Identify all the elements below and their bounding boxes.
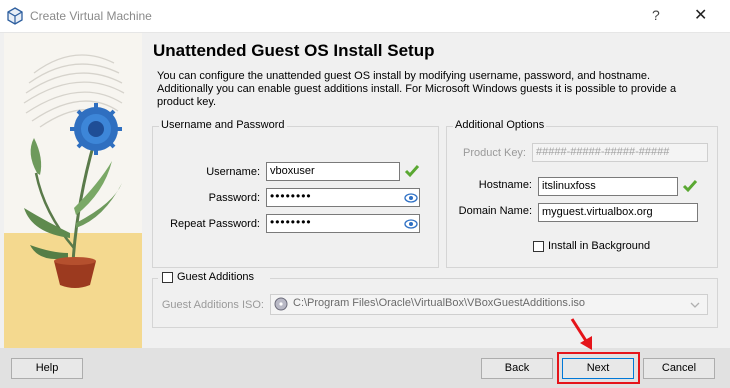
valid-check-icon: [404, 163, 420, 179]
group-title-additional-options: Additional Options: [453, 119, 547, 131]
product-key-input: #####-#####-#####-#####: [532, 143, 708, 162]
guest-additions-iso-label: Guest Additions ISO:: [161, 299, 264, 311]
highlight-box: [557, 352, 640, 384]
domain-name-input[interactable]: myguest.virtualbox.org: [538, 203, 698, 222]
page-description: You can configure the unattended guest O…: [157, 70, 677, 108]
chevron-down-icon: [690, 300, 700, 308]
help-button[interactable]: Help: [11, 358, 83, 379]
install-background-checkbox[interactable]: [533, 241, 544, 252]
product-key-label: Product Key:: [463, 147, 526, 159]
guest-additions-iso-select: C:\Program Files\Oracle\VirtualBox\VBoxG…: [270, 294, 708, 315]
window-title: Create Virtual Machine: [30, 9, 152, 23]
password-input[interactable]: ••••••••: [266, 188, 420, 207]
guest-additions-label[interactable]: Guest Additions: [177, 271, 254, 283]
disc-icon: [274, 297, 288, 311]
page-title: Unattended Guest OS Install Setup: [153, 41, 435, 60]
hostname-input[interactable]: itslinuxfoss: [538, 177, 678, 196]
show-password-icon[interactable]: [404, 217, 418, 231]
guest-additions-checkbox[interactable]: [162, 272, 173, 283]
password-label: Password:: [208, 192, 260, 204]
show-password-icon[interactable]: [404, 191, 418, 205]
install-background-label[interactable]: Install in Background: [548, 240, 650, 252]
username-input[interactable]: vboxuser: [266, 162, 400, 181]
repeat-password-label: Repeat Password:: [170, 218, 260, 230]
cancel-button[interactable]: Cancel: [643, 358, 715, 379]
arrow-annotation: [568, 316, 598, 354]
wizard-side-illustration: [4, 33, 142, 348]
close-icon[interactable]: ✕: [694, 5, 707, 25]
repeat-password-input[interactable]: ••••••••: [266, 214, 420, 233]
valid-check-icon: [682, 178, 698, 194]
back-button[interactable]: Back: [481, 358, 553, 379]
domain-name-label: Domain Name:: [458, 205, 532, 217]
virtualbox-icon: [6, 7, 24, 25]
group-title-username-password: Username and Password: [159, 119, 287, 131]
hostname-label: Hostname:: [478, 179, 532, 191]
help-icon[interactable]: ?: [652, 7, 660, 23]
username-label: Username:: [206, 166, 260, 178]
